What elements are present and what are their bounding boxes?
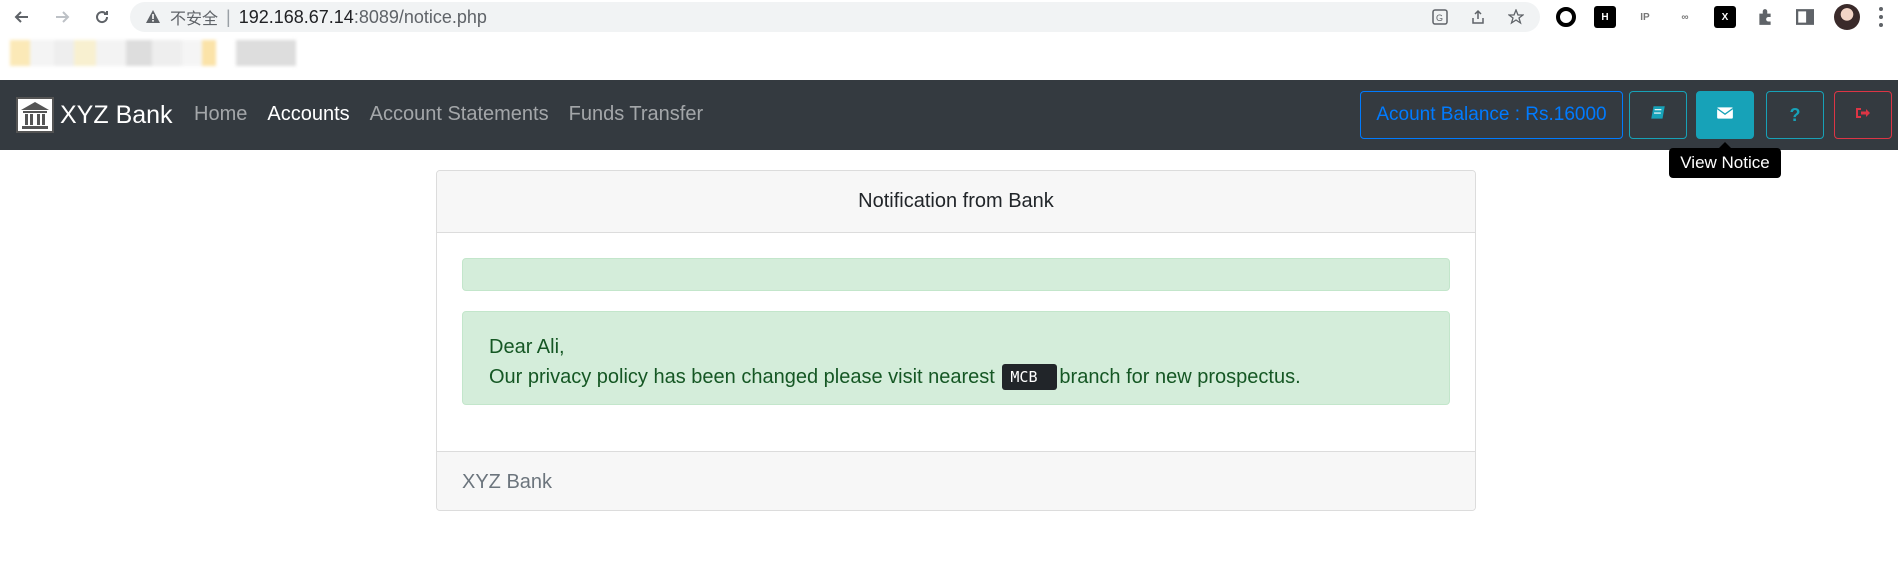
extensions-tray: H IP ∞ X bbox=[1556, 4, 1884, 30]
side-panel-icon[interactable] bbox=[1794, 6, 1816, 28]
account-balance-button[interactable]: Acount Balance : Rs.16000 bbox=[1360, 91, 1623, 139]
notice-greeting: Dear Ali, bbox=[489, 336, 565, 358]
brand-name: XYZ Bank bbox=[60, 100, 173, 129]
extension-link-icon[interactable]: ∞ bbox=[1674, 6, 1696, 28]
address-bar[interactable]: 不安全 | 192.168.67.14:8089/notice.php G bbox=[130, 2, 1540, 32]
menu-kebab-icon[interactable] bbox=[1878, 7, 1884, 27]
nav-home[interactable]: Home bbox=[194, 103, 247, 126]
profile-avatar[interactable] bbox=[1834, 4, 1860, 30]
app-navbar: XYZ Bank Home Accounts Account Statement… bbox=[0, 80, 1898, 150]
notification-card: Notification from Bank Dear Ali, Our pri… bbox=[436, 170, 1476, 511]
bank-logo-icon bbox=[16, 97, 54, 133]
forward-icon[interactable] bbox=[52, 7, 72, 27]
nav-funds-transfer[interactable]: Funds Transfer bbox=[569, 103, 704, 126]
help-button[interactable]: ? bbox=[1766, 91, 1824, 139]
statement-book-button[interactable] bbox=[1629, 91, 1687, 139]
empty-alert bbox=[462, 258, 1450, 291]
reload-icon[interactable] bbox=[92, 7, 112, 27]
puzzle-icon[interactable] bbox=[1754, 6, 1776, 28]
extension-ring-icon[interactable] bbox=[1556, 7, 1576, 27]
logout-button[interactable] bbox=[1834, 91, 1892, 139]
insecure-label: 不安全 bbox=[170, 9, 219, 28]
card-footer: XYZ Bank bbox=[437, 451, 1475, 510]
sign-out-icon bbox=[1854, 105, 1872, 126]
extension-h-icon[interactable]: H bbox=[1594, 6, 1616, 28]
question-icon: ? bbox=[1789, 104, 1801, 125]
warning-icon[interactable] bbox=[144, 8, 162, 26]
notice-alert: Dear Ali, Our privacy policy has been ch… bbox=[462, 311, 1450, 405]
share-icon[interactable] bbox=[1468, 7, 1488, 27]
card-header: Notification from Bank bbox=[437, 171, 1475, 233]
nav-account-statements[interactable]: Account Statements bbox=[370, 103, 549, 126]
translate-icon[interactable]: G bbox=[1430, 7, 1450, 27]
view-notice-tooltip: View Notice bbox=[1669, 142, 1781, 178]
notice-text-after: branch for new prospectus. bbox=[1059, 366, 1301, 388]
extension-x-icon[interactable]: X bbox=[1714, 6, 1736, 28]
url-host: 192.168.67.14 bbox=[238, 6, 354, 27]
bookmark-star-icon[interactable] bbox=[1506, 7, 1526, 27]
bookmarks-bar bbox=[0, 34, 1898, 80]
browser-toolbar: 不安全 | 192.168.67.14:8089/notice.php G H … bbox=[0, 0, 1898, 34]
url-separator: | bbox=[226, 6, 231, 27]
bank-code-badge: MCB bbox=[1002, 364, 1058, 390]
main-nav: Home Accounts Account Statements Funds T… bbox=[194, 103, 703, 126]
extension-ip-icon[interactable]: IP bbox=[1634, 6, 1656, 28]
nav-accounts[interactable]: Accounts bbox=[267, 103, 349, 126]
brand[interactable]: XYZ Bank bbox=[16, 97, 173, 133]
url-path: :8089/notice.php bbox=[353, 6, 487, 27]
envelope-icon bbox=[1715, 104, 1735, 127]
back-icon[interactable] bbox=[12, 7, 32, 27]
svg-text:G: G bbox=[1436, 13, 1443, 23]
notice-message: Our privacy policy has been changed plea… bbox=[489, 362, 1423, 392]
card-body: Dear Ali, Our privacy policy has been ch… bbox=[437, 233, 1475, 451]
book-icon bbox=[1649, 104, 1667, 127]
view-notice-button[interactable] bbox=[1696, 91, 1754, 139]
notice-text-before: Our privacy policy has been changed plea… bbox=[489, 366, 995, 388]
blurred-bookmarks bbox=[10, 40, 300, 66]
